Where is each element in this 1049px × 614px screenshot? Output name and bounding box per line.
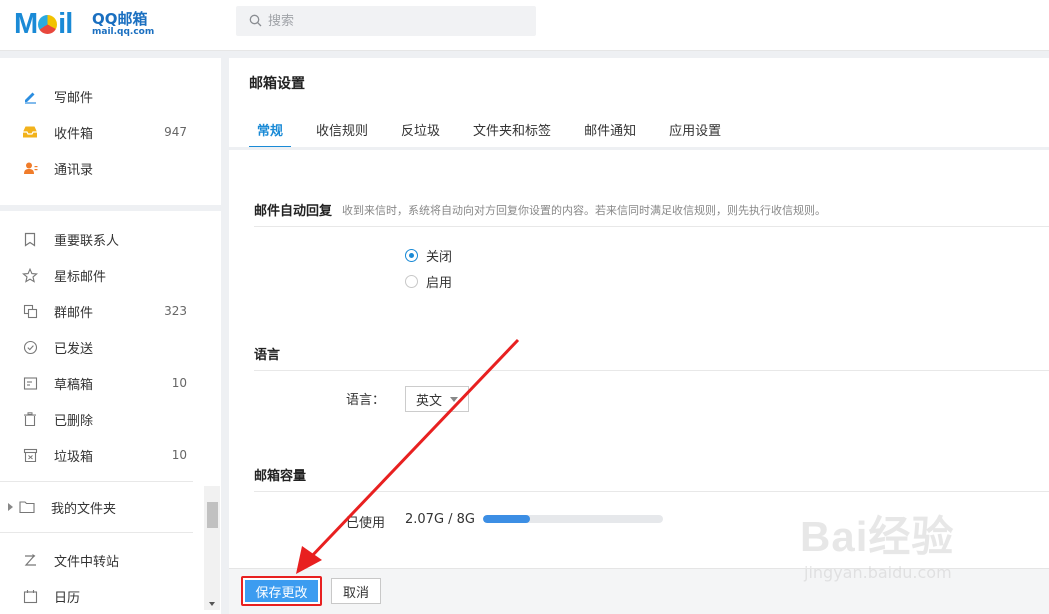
compose-icon xyxy=(22,88,38,104)
radio-off-label: 关闭 xyxy=(426,250,453,265)
sidebar-item-label: 我的文件夹 xyxy=(51,501,117,517)
language-value: 英文 xyxy=(416,393,443,409)
sidebar-item-label: 通讯录 xyxy=(54,162,94,178)
tab-general[interactable]: 常规 xyxy=(249,106,292,148)
sidebar-secondary: 重要联系人 星标邮件 群邮件 323 已发送 草稿箱 10 已删除 垃圾箱 10 xyxy=(0,211,221,614)
sidebar-divider xyxy=(0,532,193,533)
cancel-button[interactable]: 取消 xyxy=(331,578,381,604)
capacity-heading: 邮箱容量 xyxy=(254,469,307,484)
language-section-header: 语言 xyxy=(254,337,1049,371)
sidebar-item-label: 垃圾箱 xyxy=(54,449,94,465)
sidebar-item-label: 日历 xyxy=(54,590,81,606)
tab-mail-notify[interactable]: 邮件通知 xyxy=(576,106,644,148)
auto-reply-heading: 邮件自动回复 xyxy=(254,204,333,219)
tab-app-settings[interactable]: 应用设置 xyxy=(661,106,729,148)
sidebar-item-drafts[interactable]: 草稿箱 10 xyxy=(0,365,221,401)
sidebar-item-label: 已删除 xyxy=(54,413,94,429)
auto-reply-on-option[interactable]: 启用 xyxy=(405,272,452,291)
language-heading: 语言 xyxy=(254,348,281,363)
sidebar-item-label: 已发送 xyxy=(54,341,94,357)
language-select[interactable]: 英文 xyxy=(405,386,469,412)
contacts-icon xyxy=(22,160,38,176)
used-value: 2.07G / 8G xyxy=(405,512,476,527)
language-label: 语言： xyxy=(346,393,386,408)
sidebar-item-starred[interactable]: 星标邮件 xyxy=(0,257,221,293)
unread-count: 947 xyxy=(164,125,187,139)
logo-mail-word: Mil xyxy=(14,8,73,40)
search-icon xyxy=(249,14,262,27)
sidebar-item-label: 重要联系人 xyxy=(54,233,120,249)
sidebar-item-label: 写邮件 xyxy=(54,90,94,106)
scroll-down-arrow-icon[interactable] xyxy=(209,602,215,606)
transfer-icon xyxy=(22,552,38,568)
radio-on[interactable] xyxy=(405,275,418,288)
save-button-label: 保存更改 xyxy=(245,580,318,602)
junk-icon xyxy=(22,447,38,463)
draft-icon xyxy=(22,375,38,391)
sidebar: 写邮件 收件箱 947 通讯录 重要联系人 星标邮件 群邮件 323 已发送 草… xyxy=(0,58,221,614)
draft-count: 10 xyxy=(171,376,187,390)
auto-reply-off-option[interactable]: 关闭 xyxy=(405,246,452,265)
capacity-section-header: 邮箱容量 xyxy=(254,458,1049,492)
logo-domain: mail.qq.com xyxy=(92,27,155,37)
sidebar-item-group-mail[interactable]: 群邮件 323 xyxy=(0,293,221,329)
watermark-logo-text: Bai经验 xyxy=(800,513,955,560)
sidebar-item-label: 草稿箱 xyxy=(54,377,94,393)
sidebar-item-calendar[interactable]: 日历 xyxy=(0,578,221,614)
watermark-url: jingyan.baidu.com xyxy=(804,563,952,582)
sidebar-item-inbox[interactable]: 收件箱 947 xyxy=(0,114,221,150)
folder-icon xyxy=(19,501,35,514)
settings-tabs: 常规 收信规则 反垃圾 文件夹和标签 邮件通知 应用设置 xyxy=(249,106,746,148)
sidebar-primary: 写邮件 收件箱 947 通讯录 xyxy=(0,58,221,211)
sent-icon xyxy=(22,339,38,355)
capacity-progress-fill xyxy=(483,515,530,523)
expand-triangle-icon[interactable] xyxy=(8,503,13,511)
sidebar-item-deleted[interactable]: 已删除 xyxy=(0,401,221,437)
sidebar-item-sent[interactable]: 已发送 xyxy=(0,329,221,365)
trash-icon xyxy=(22,411,38,427)
qq-mail-logo[interactable]: Mil QQ邮箱 mail.qq.com xyxy=(14,6,174,44)
tab-receive-rules[interactable]: 收信规则 xyxy=(308,106,376,148)
group-icon xyxy=(22,303,38,319)
star-icon xyxy=(22,267,38,283)
auto-reply-description: 收到来信时，系统将自动向对方回复你设置的内容。若来信同时满足收信规则，则先执行收… xyxy=(342,203,827,217)
sidebar-item-file-transfer[interactable]: 文件中转站 xyxy=(0,542,221,578)
sidebar-item-compose[interactable]: 写邮件 xyxy=(0,78,221,114)
sidebar-item-label: 收件箱 xyxy=(54,126,94,142)
used-label: 已使用 xyxy=(346,516,386,531)
sidebar-item-label: 群邮件 xyxy=(54,305,94,321)
scrollbar-thumb[interactable] xyxy=(207,502,218,528)
tabs-divider xyxy=(229,147,1049,150)
sidebar-item-contacts[interactable]: 通讯录 xyxy=(0,150,221,186)
tab-folders-labels[interactable]: 文件夹和标签 xyxy=(465,106,559,148)
dropdown-arrow-icon xyxy=(450,397,458,402)
sidebar-item-label: 星标邮件 xyxy=(54,269,107,285)
logo-brand: QQ邮箱 xyxy=(92,10,148,28)
inbox-icon xyxy=(22,124,38,140)
auto-reply-section-header: 邮件自动回复 收到来信时，系统将自动向对方回复你设置的内容。若来信同时满足收信规… xyxy=(254,193,1049,227)
search-box[interactable] xyxy=(236,6,536,36)
capacity-progress-bar xyxy=(483,515,663,523)
save-button[interactable]: 保存更改 xyxy=(241,576,322,606)
top-bar: Mil QQ邮箱 mail.qq.com xyxy=(0,0,1049,51)
unread-count: 323 xyxy=(164,304,187,318)
page-title: 邮箱设置 xyxy=(249,76,305,92)
sidebar-item-important-contacts[interactable]: 重要联系人 xyxy=(0,221,221,257)
junk-count: 10 xyxy=(171,448,187,462)
radio-on-label: 启用 xyxy=(426,276,453,291)
search-input[interactable] xyxy=(268,6,528,36)
sidebar-item-label: 文件中转站 xyxy=(54,554,120,570)
bookmark-icon xyxy=(22,231,38,247)
sidebar-item-my-folders[interactable]: 我的文件夹 xyxy=(0,482,221,532)
sidebar-scrollbar[interactable] xyxy=(204,486,220,610)
baidu-jingyan-watermark: Bai经验 jingyan.baidu.com xyxy=(800,503,1000,593)
sidebar-item-junk[interactable]: 垃圾箱 10 xyxy=(0,437,221,473)
tab-anti-spam[interactable]: 反垃圾 xyxy=(393,106,448,148)
radio-off[interactable] xyxy=(405,249,418,262)
calendar-icon xyxy=(22,588,38,604)
